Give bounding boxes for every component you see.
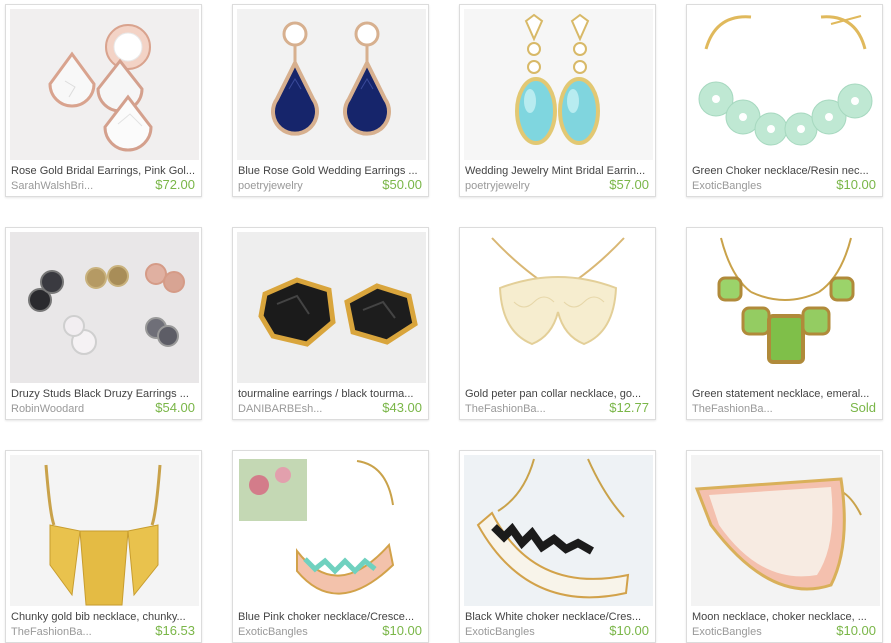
listing-image[interactable] [464, 9, 653, 160]
shop-name[interactable]: TheFashionBa... [465, 403, 575, 416]
listing-card[interactable]: Gold peter pan collar necklace, go... Th… [459, 227, 656, 420]
shop-name[interactable]: DANIBARBEsh... [238, 403, 348, 416]
listing-image[interactable] [691, 9, 880, 160]
listing-price: $54.00 [155, 400, 195, 415]
listing-price: $16.53 [155, 623, 195, 638]
listing-image[interactable] [464, 232, 653, 383]
listing-card[interactable]: Druzy Studs Black Druzy Earrings ... Rob… [5, 227, 202, 420]
listing-image[interactable] [10, 232, 199, 383]
listing-card[interactable]: Black White choker necklace/Cres... Exot… [459, 450, 656, 643]
shop-name[interactable]: RobinWoodard [11, 403, 121, 416]
listing-image[interactable] [691, 455, 880, 606]
shop-name[interactable]: ExoticBangles [692, 180, 802, 193]
listing-card[interactable]: Blue Pink choker necklace/Cresce... Exot… [232, 450, 429, 643]
listing-card[interactable]: Green statement necklace, emeral... TheF… [686, 227, 883, 420]
listing-price: $10.00 [836, 177, 876, 192]
listing-card[interactable]: Chunky gold bib necklace, chunky... TheF… [5, 450, 202, 643]
listing-price: $10.00 [836, 623, 876, 638]
listing-card[interactable]: Green Choker necklace/Resin nec... Exoti… [686, 4, 883, 197]
listing-image[interactable] [237, 455, 426, 606]
listing-card[interactable]: Blue Rose Gold Wedding Earrings ... poet… [232, 4, 429, 197]
listing-card[interactable]: Moon necklace, choker necklace, ... Exot… [686, 450, 883, 643]
listing-price: $12.77 [609, 400, 649, 415]
listing-price: $50.00 [382, 177, 422, 192]
shop-name[interactable]: poetryjewelry [238, 180, 348, 193]
listing-price: $72.00 [155, 177, 195, 192]
shop-name[interactable]: ExoticBangles [238, 626, 348, 639]
listing-image[interactable] [10, 455, 199, 606]
listing-image[interactable] [691, 232, 880, 383]
listing-card[interactable]: tourmaline earrings / black tourma... DA… [232, 227, 429, 420]
listing-price: $43.00 [382, 400, 422, 415]
shop-name[interactable]: TheFashionBa... [11, 626, 121, 639]
listing-card[interactable]: Wedding Jewelry Mint Bridal Earrin... po… [459, 4, 656, 197]
shop-name[interactable]: poetryjewelry [465, 180, 575, 193]
listing-image[interactable] [464, 455, 653, 606]
shop-name[interactable]: SarahWalshBri... [11, 180, 121, 193]
shop-name[interactable]: ExoticBangles [465, 626, 575, 639]
listing-card[interactable]: Rose Gold Bridal Earrings, Pink Gol... S… [5, 4, 202, 197]
listing-image[interactable] [237, 9, 426, 160]
listing-price: $57.00 [609, 177, 649, 192]
listing-price: $10.00 [382, 623, 422, 638]
shop-name[interactable]: TheFashionBa... [692, 403, 802, 416]
shop-name[interactable]: ExoticBangles [692, 626, 802, 639]
listing-image[interactable] [10, 9, 199, 160]
listing-price: $10.00 [609, 623, 649, 638]
listing-price: Sold [849, 400, 876, 415]
listing-image[interactable] [237, 232, 426, 383]
